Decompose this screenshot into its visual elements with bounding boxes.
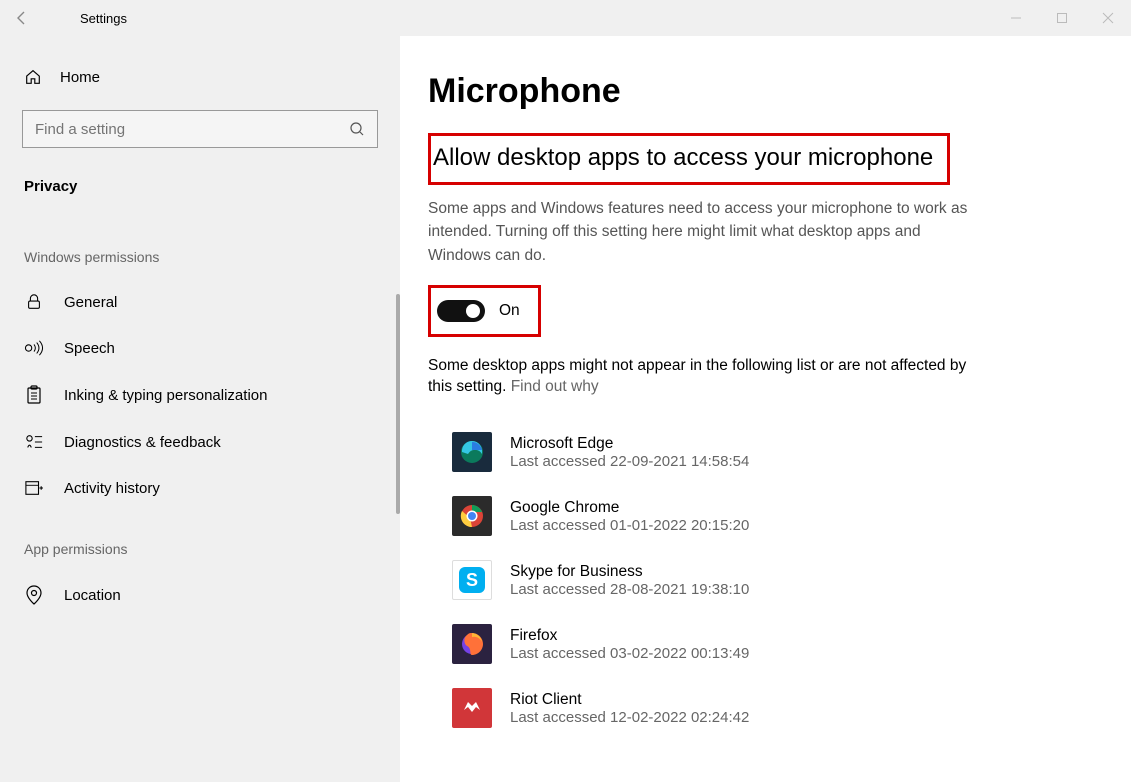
sidebar-group-label: Windows permissions — [0, 219, 400, 279]
maximize-button[interactable] — [1039, 0, 1085, 36]
window-title: Settings — [80, 11, 127, 26]
firefox-icon — [452, 624, 492, 664]
skype-icon: S — [452, 560, 492, 600]
diagnostics-icon — [24, 433, 44, 451]
speech-icon — [24, 339, 44, 357]
app-name: Riot Client — [510, 691, 749, 709]
back-button[interactable] — [0, 0, 44, 36]
main-content: Microphone Allow desktop apps to access … — [400, 36, 1131, 782]
app-row-firefox: Firefox Last accessed 03-02-2022 00:13:4… — [452, 612, 1091, 676]
nav-label: Speech — [64, 340, 115, 357]
app-meta: Last accessed 01-01-2022 20:15:20 — [510, 517, 749, 534]
minimize-button[interactable] — [993, 0, 1039, 36]
search-input[interactable] — [35, 121, 316, 138]
note-text: Some desktop apps might not appear in th… — [428, 355, 988, 398]
toggle-state-label: On — [499, 302, 520, 320]
sidebar-home[interactable]: Home — [0, 56, 400, 98]
nav-label: Inking & typing personalization — [64, 387, 267, 404]
sidebar-scrollbar[interactable] — [396, 286, 400, 742]
sidebar-group-label: App permissions — [0, 511, 400, 571]
sidebar-item-general[interactable]: General — [0, 279, 400, 325]
home-icon — [24, 68, 42, 86]
search-box[interactable] — [22, 110, 378, 148]
scrollbar-thumb[interactable] — [396, 294, 400, 514]
chrome-icon — [452, 496, 492, 536]
sidebar-item-diagnostics[interactable]: Diagnostics & feedback — [0, 419, 400, 465]
sidebar-home-label: Home — [60, 69, 100, 86]
page-title: Microphone — [428, 72, 1091, 111]
window-controls — [993, 0, 1131, 36]
location-icon — [24, 585, 44, 605]
highlight-heading: Allow desktop apps to access your microp… — [428, 133, 950, 185]
find-out-why-link[interactable]: Find out why — [511, 378, 599, 395]
app-name: Skype for Business — [510, 563, 749, 581]
sidebar: Home Privacy Windows permissions General… — [0, 36, 400, 782]
app-meta: Last accessed 22-09-2021 14:58:54 — [510, 453, 749, 470]
app-name: Google Chrome — [510, 499, 749, 517]
app-name: Microsoft Edge — [510, 435, 749, 453]
sidebar-item-speech[interactable]: Speech — [0, 325, 400, 371]
app-row-skype: S Skype for Business Last accessed 28-08… — [452, 548, 1091, 612]
app-row-edge: Microsoft Edge Last accessed 22-09-2021 … — [452, 420, 1091, 484]
app-row-chrome: Google Chrome Last accessed 01-01-2022 2… — [452, 484, 1091, 548]
app-list: Microsoft Edge Last accessed 22-09-2021 … — [428, 420, 1091, 740]
note-body: Some desktop apps might not appear in th… — [428, 357, 966, 396]
toggle-knob — [466, 304, 480, 318]
history-icon — [24, 479, 44, 497]
riot-icon — [452, 688, 492, 728]
app-row-riot: Riot Client Last accessed 12-02-2022 02:… — [452, 676, 1091, 740]
app-name: Firefox — [510, 627, 749, 645]
app-meta: Last accessed 28-08-2021 19:38:10 — [510, 581, 749, 598]
edge-icon — [452, 432, 492, 472]
highlight-toggle: On — [428, 285, 541, 337]
access-toggle[interactable] — [437, 300, 485, 322]
app-meta: Last accessed 12-02-2022 02:24:42 — [510, 709, 749, 726]
titlebar: Settings — [0, 0, 1131, 36]
sidebar-item-inking[interactable]: Inking & typing personalization — [0, 371, 400, 419]
nav-label: Location — [64, 587, 121, 604]
nav-label: General — [64, 294, 117, 311]
clipboard-icon — [24, 385, 44, 405]
svg-text:S: S — [466, 570, 478, 590]
lock-icon — [24, 293, 44, 311]
nav-label: Activity history — [64, 480, 160, 497]
sidebar-item-activity[interactable]: Activity history — [0, 465, 400, 511]
sidebar-category: Privacy — [0, 166, 400, 219]
sidebar-item-location[interactable]: Location — [0, 571, 400, 619]
search-icon — [349, 121, 365, 137]
section-heading: Allow desktop apps to access your microp… — [433, 140, 939, 176]
section-description: Some apps and Windows features need to a… — [428, 197, 983, 267]
app-meta: Last accessed 03-02-2022 00:13:49 — [510, 645, 749, 662]
nav-label: Diagnostics & feedback — [64, 434, 221, 451]
close-button[interactable] — [1085, 0, 1131, 36]
